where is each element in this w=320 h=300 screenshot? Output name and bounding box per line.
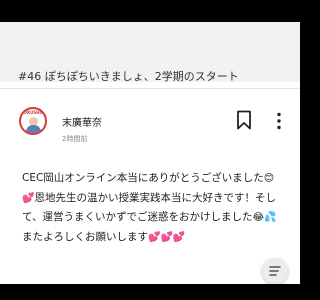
avatar-body bbox=[26, 125, 41, 133]
post-text-1: CEC岡山オンライン本当にありがとうございました bbox=[22, 172, 264, 184]
thread-title[interactable]: #46 ぽちぽちいきましょ、2学期のスタート bbox=[18, 68, 239, 84]
author-name[interactable]: 末廣華奈 bbox=[62, 114, 102, 129]
post-screen: #46 ぽちぽちいきましょ、2学期のスタート FUKUSHIMA 末廣華奈 2時… bbox=[0, 22, 300, 284]
laugh-sweat-emoji: 😂💦 bbox=[252, 212, 277, 223]
hearts-emoji: 💕💕💕 bbox=[148, 231, 186, 243]
divider bbox=[0, 88, 300, 89]
bookmark-icon[interactable] bbox=[236, 110, 252, 130]
avatar-text: FUKUSHIMA bbox=[21, 110, 47, 115]
more-vertical-icon[interactable] bbox=[276, 112, 282, 130]
translate-icon bbox=[269, 266, 281, 276]
post-text-2: 恩地先生の温かい授業実践本当に大好きです！そして、運営うまくいかずでご迷惑をおか… bbox=[22, 191, 276, 224]
avatar[interactable]: FUKUSHIMA bbox=[19, 107, 47, 135]
post-body: CEC岡山オンライン本当にありがとうございました😊💕恩地先生の温かい授業実践本当… bbox=[22, 169, 282, 247]
post-text-3: またよろしくお願いします bbox=[22, 230, 148, 243]
translate-button[interactable] bbox=[262, 258, 288, 284]
post-timestamp: 2時間前 bbox=[62, 135, 88, 143]
